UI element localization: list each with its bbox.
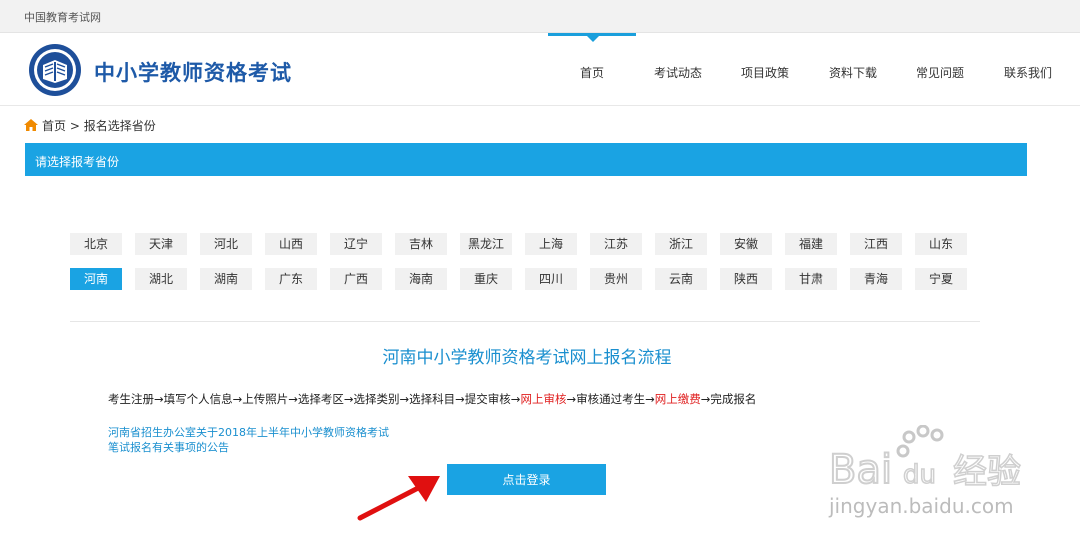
watermark-url: jingyan.baidu.com bbox=[828, 494, 1014, 518]
province-button[interactable]: 湖北 bbox=[135, 268, 187, 290]
notice-link[interactable]: 河南省招生办公室关于2018年上半年中小学教师资格考试 笔试报名有关事项的公告 bbox=[108, 425, 389, 455]
province-button[interactable]: 河南 bbox=[70, 268, 122, 290]
province-button[interactable]: 海南 bbox=[395, 268, 447, 290]
watermark-brand-2: du bbox=[903, 460, 936, 490]
province-button[interactable]: 浙江 bbox=[655, 233, 707, 255]
flow-steps: 考生注册→填写个人信息→上传照片→选择考区→选择类别→选择科目→提交审核→网上审… bbox=[108, 391, 756, 407]
province-button[interactable]: 吉林 bbox=[395, 233, 447, 255]
province-button[interactable]: 上海 bbox=[525, 233, 577, 255]
nav-faq[interactable]: 常见问题 bbox=[916, 64, 964, 81]
site-title: 中小学教师资格考试 bbox=[94, 61, 292, 85]
flow-title: 河南中小学教师资格考试网上报名流程 bbox=[382, 348, 672, 368]
province-button[interactable]: 江西 bbox=[850, 233, 902, 255]
red-arrow-icon bbox=[357, 476, 440, 521]
section-header-bar: 请选择报考省份 bbox=[25, 143, 1027, 176]
province-button[interactable]: 辽宁 bbox=[330, 233, 382, 255]
province-button[interactable]: 云南 bbox=[655, 268, 707, 290]
nav-contact[interactable]: 联系我们 bbox=[1004, 64, 1052, 81]
watermark-brand-3: 经验 bbox=[953, 452, 1021, 492]
province-button[interactable]: 四川 bbox=[525, 268, 577, 290]
nav-downloads[interactable]: 资料下载 bbox=[829, 64, 877, 81]
notice-line-1[interactable]: 河南省招生办公室关于2018年上半年中小学教师资格考试 bbox=[108, 425, 389, 440]
baidu-watermark: Bai du 经验 jingyan.baidu.com bbox=[828, 425, 1022, 518]
province-button[interactable]: 贵州 bbox=[590, 268, 642, 290]
flow-step-3: →审核通过考生→ bbox=[566, 392, 655, 406]
top-bar-text: 中国教育考试网 bbox=[24, 11, 101, 24]
flow-step-online-payment: 网上缴费 bbox=[654, 392, 701, 406]
home-icon[interactable] bbox=[24, 119, 38, 131]
province-button[interactable]: 山西 bbox=[265, 233, 317, 255]
province-button[interactable]: 湖南 bbox=[200, 268, 252, 290]
province-button[interactable]: 广西 bbox=[330, 268, 382, 290]
province-button[interactable]: 广东 bbox=[265, 268, 317, 290]
province-button[interactable]: 青海 bbox=[850, 268, 902, 290]
nav-home[interactable]: 首页 bbox=[580, 64, 604, 81]
watermark-brand: Bai bbox=[829, 447, 892, 493]
logo-icon bbox=[29, 44, 81, 96]
province-button[interactable]: 天津 bbox=[135, 233, 187, 255]
province-button[interactable]: 福建 bbox=[785, 233, 837, 255]
province-button[interactable]: 安徽 bbox=[720, 233, 772, 255]
divider bbox=[70, 321, 980, 322]
province-button[interactable]: 河北 bbox=[200, 233, 252, 255]
flow-step-5: →完成报名 bbox=[700, 392, 757, 406]
province-button[interactable]: 江苏 bbox=[590, 233, 642, 255]
province-button[interactable]: 陕西 bbox=[720, 268, 772, 290]
breadcrumb-home[interactable]: 首页 bbox=[42, 119, 66, 133]
flow-step-online-review: 网上审核 bbox=[520, 392, 567, 406]
province-button[interactable]: 宁夏 bbox=[915, 268, 967, 290]
breadcrumb: 首页 > 报名选择省份 bbox=[24, 117, 156, 134]
site-header: 中小学教师资格考试 首页 考试动态 项目政策 资料下载 常见问题 联系我们 bbox=[0, 33, 1080, 106]
province-button[interactable]: 重庆 bbox=[460, 268, 512, 290]
login-button[interactable]: 点击登录 bbox=[447, 464, 606, 495]
nav-policy[interactable]: 项目政策 bbox=[741, 64, 789, 81]
breadcrumb-separator: > bbox=[69, 119, 80, 133]
province-button[interactable]: 甘肃 bbox=[785, 268, 837, 290]
notice-line-2[interactable]: 笔试报名有关事项的公告 bbox=[108, 440, 389, 455]
top-bar: 中国教育考试网 bbox=[0, 0, 1080, 33]
nav-exam-news[interactable]: 考试动态 bbox=[654, 64, 702, 81]
flow-step-1: 考生注册→填写个人信息→上传照片→选择考区→选择类别→选择科目→提交审核→ bbox=[108, 392, 521, 406]
section-header-title: 请选择报考省份 bbox=[35, 155, 120, 169]
province-button[interactable]: 黑龙江 bbox=[460, 233, 512, 255]
province-button[interactable]: 北京 bbox=[70, 233, 122, 255]
breadcrumb-current: 报名选择省份 bbox=[83, 119, 156, 133]
province-button[interactable]: 山东 bbox=[915, 233, 967, 255]
nav-caret-icon bbox=[587, 36, 599, 42]
